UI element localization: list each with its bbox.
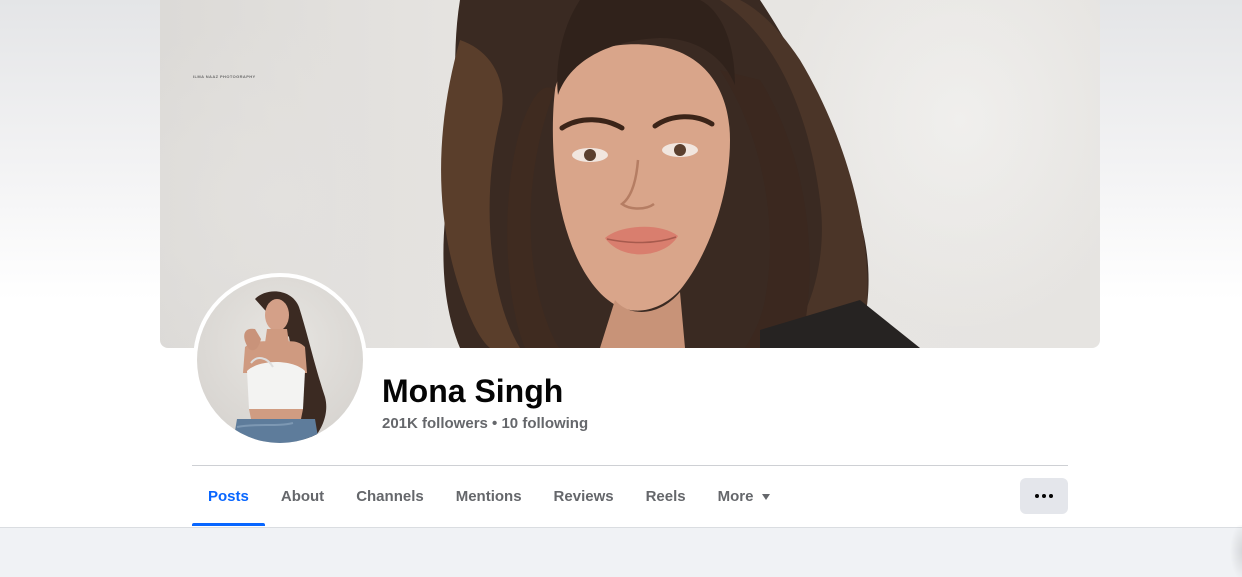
profile-tabs: Posts About Channels Mentions Reviews Re… <box>192 466 786 526</box>
tab-more[interactable]: More <box>702 466 787 526</box>
avatar-illustration <box>233 291 327 443</box>
ellipsis-icon <box>1035 494 1053 498</box>
profile-picture[interactable] <box>197 277 363 443</box>
tab-reels[interactable]: Reels <box>630 466 702 526</box>
tab-mentions[interactable]: Mentions <box>440 466 538 526</box>
caret-down-icon <box>762 494 771 500</box>
profile-picture-ring[interactable] <box>193 273 367 447</box>
page-title: Mona Singh <box>382 373 564 409</box>
follow-stats: 201K followers • 10 following <box>382 414 588 434</box>
scroll-edge-shadow <box>1230 525 1242 577</box>
tab-reviews[interactable]: Reviews <box>538 466 630 526</box>
cover-watermark: ILMA NAAZ PHOTOGRAPHY <box>193 74 256 79</box>
tab-posts[interactable]: Posts <box>192 466 265 526</box>
tab-about[interactable]: About <box>265 466 340 526</box>
following-link[interactable]: 10 following <box>501 415 588 432</box>
more-options-button[interactable] <box>1020 478 1068 514</box>
stats-separator: • <box>487 415 502 432</box>
page-content-background <box>0 527 1242 577</box>
followers-link[interactable]: 201K followers <box>382 415 488 432</box>
tab-channels[interactable]: Channels <box>340 466 440 526</box>
tab-more-label: More <box>717 487 754 505</box>
